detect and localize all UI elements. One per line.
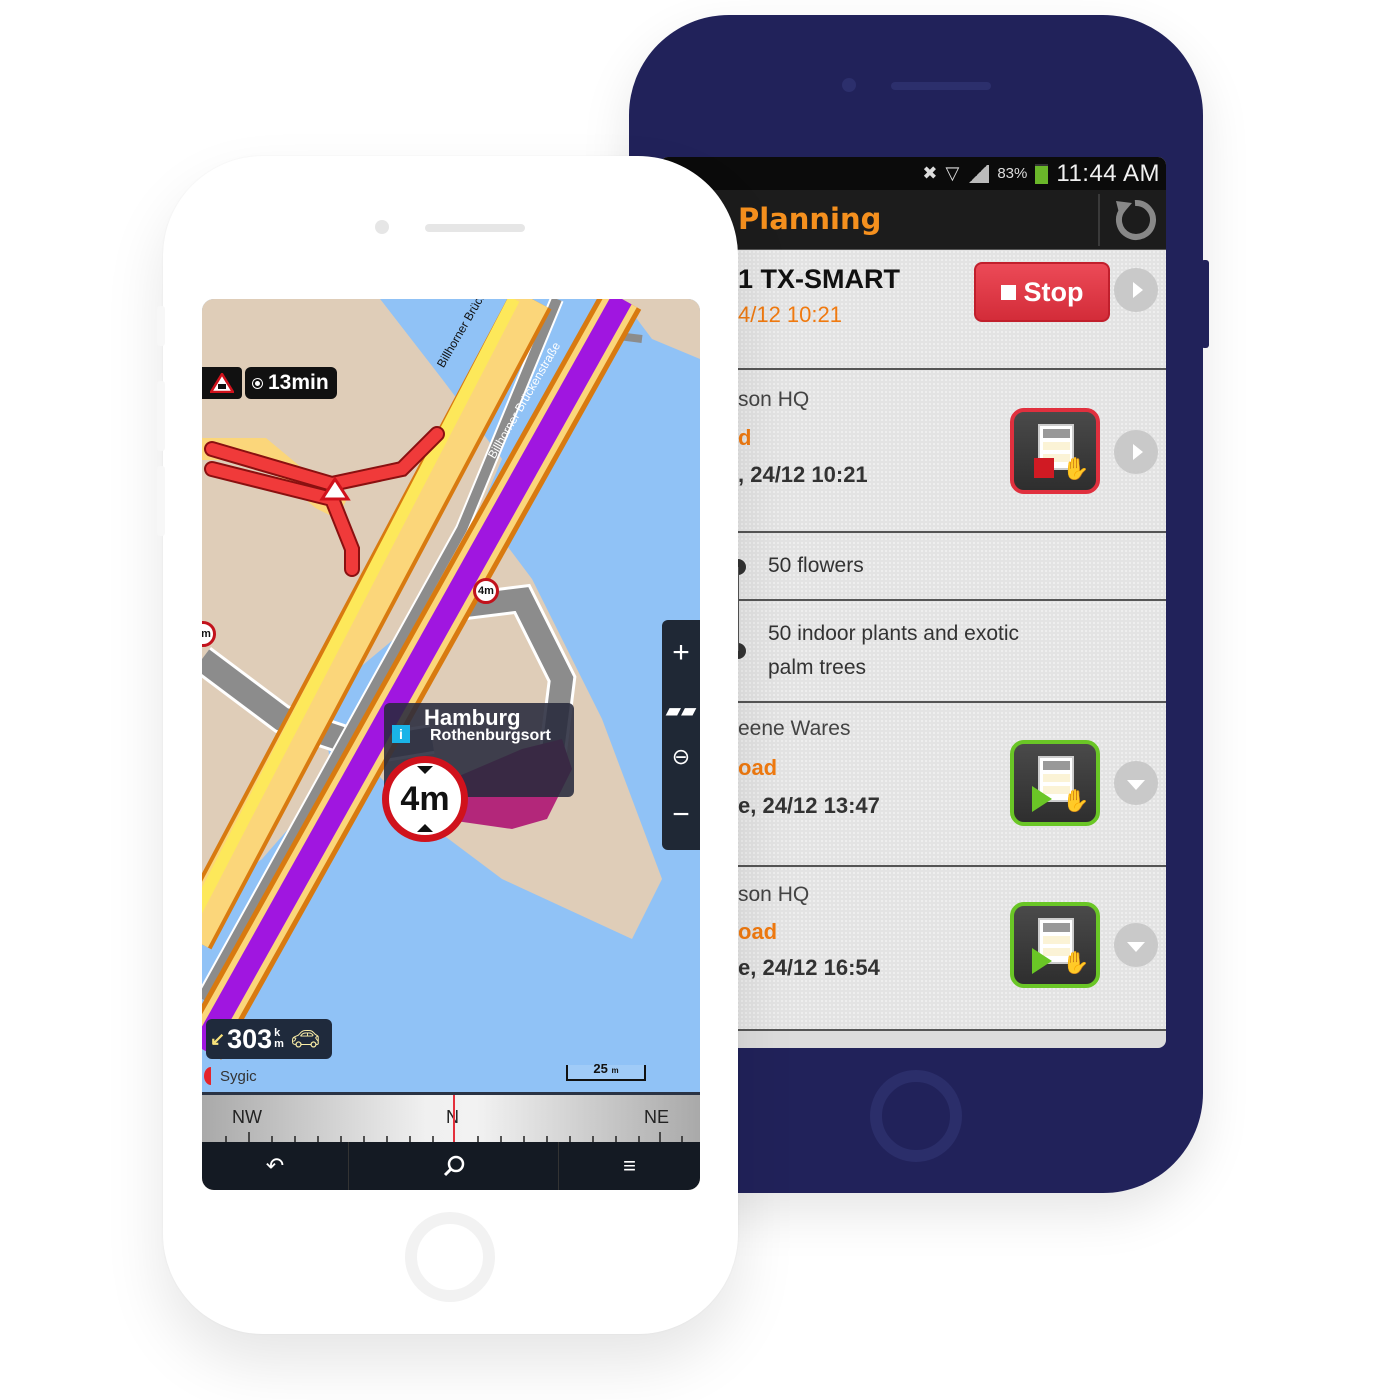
page-title: Planning <box>738 202 882 236</box>
compass-bar: NW N NE <box>202 1092 700 1142</box>
info-icon: i <box>392 725 410 743</box>
start-task-button[interactable]: ✋ <box>1010 902 1100 988</box>
sign-label: 4m <box>478 585 494 597</box>
sign-label: 4m <box>202 628 211 640</box>
front-camera <box>842 78 856 92</box>
battery-percent: 83% <box>997 165 1028 182</box>
play-badge-icon <box>1032 786 1052 812</box>
cargo-text-line2: palm trees <box>768 656 867 679</box>
vehicle-timestamp: 4/12 10:21 <box>738 302 842 327</box>
stop-datetime: e, 24/12 13:47 <box>738 793 880 818</box>
stop-label: Stop <box>1023 276 1084 307</box>
sygic-logo: Sygic <box>204 1067 257 1085</box>
cargo-text: 50 flowers <box>768 554 864 577</box>
back-icon[interactable]: ↶ <box>202 1142 349 1190</box>
title-divider <box>1098 194 1100 246</box>
delay-badge: 13min <box>245 367 337 399</box>
turn-arrow-icon: ↙ <box>210 1028 226 1049</box>
side-button <box>157 306 165 346</box>
chevron-down-icon <box>1127 780 1145 790</box>
battery-icon <box>1035 163 1049 184</box>
stop-expand-button[interactable] <box>1114 761 1158 805</box>
status-bar: ✖ ▽ 83% 11:44 AM <box>660 157 1166 190</box>
poi-district: Rothenburgsort <box>430 727 551 744</box>
zoom-in-icon[interactable]: + <box>662 628 700 678</box>
arrow-up-icon <box>417 766 433 774</box>
stop-location: son HQ <box>738 883 810 906</box>
home-button[interactable] <box>405 1212 495 1302</box>
compass-needle <box>453 1095 455 1142</box>
sygic-logo-icon <box>204 1067 218 1085</box>
compass-nw: NW <box>232 1107 262 1127</box>
distance-value: 303 <box>227 1023 273 1054</box>
stop-expand-button[interactable] <box>1114 923 1158 967</box>
zoom-out-icon[interactable]: − <box>662 790 700 840</box>
play-badge-icon <box>1032 948 1052 974</box>
traffic-delay-indicator[interactable]: 13min <box>202 367 337 399</box>
stop-badge-icon <box>1034 458 1054 478</box>
zoom-controls: + ▰▰ ⊖ − <box>662 620 700 850</box>
navigation-map-screen[interactable]: Billhorner Brückenstraße Billhorner Brüc… <box>202 299 700 1190</box>
stop-square-icon <box>1000 284 1016 300</box>
side-button <box>157 466 165 536</box>
menu-icon[interactable]: ≡ <box>559 1142 700 1190</box>
remaining-distance[interactable]: ↙ 303 k m 🚗︎ <box>206 1019 332 1059</box>
scale-value: 25 <box>593 1061 608 1076</box>
unit-bottom: m <box>274 1038 284 1050</box>
clock: 11:44 AM <box>1056 159 1160 187</box>
arrow-down-icon <box>417 824 433 832</box>
view-3d-icon[interactable]: ▰▰ <box>662 685 700 735</box>
bottom-nav-bar: ↶ ≡ <box>202 1142 700 1190</box>
home-button[interactable] <box>870 1070 962 1162</box>
side-button <box>1201 260 1209 348</box>
stop-button[interactable]: Stop <box>974 262 1110 322</box>
mute-icon: ✖ <box>922 163 938 183</box>
stop-action: oad <box>738 755 778 780</box>
earpiece-speaker <box>891 82 991 90</box>
cargo-text-line1: 50 indoor plants and exotic <box>768 622 1020 645</box>
stop-action: d <box>738 425 752 450</box>
earpiece-speaker <box>425 224 525 232</box>
map-scale: 25 m <box>566 1061 646 1081</box>
traffic-jam-icon <box>202 367 242 399</box>
stop-datetime: e, 24/12 16:54 <box>738 955 880 980</box>
stop-action: oad <box>738 919 778 944</box>
compass-ticks <box>225 1132 683 1142</box>
delay-time: 13min <box>268 371 329 394</box>
zoom-out-magnifier-icon[interactable]: ⊖ <box>662 732 700 782</box>
search-icon[interactable] <box>349 1142 559 1190</box>
height-limit-value: 4m <box>400 779 450 818</box>
side-button <box>157 381 165 451</box>
distance-unit: k m <box>274 1028 284 1050</box>
compass-ne: NE <box>644 1107 670 1127</box>
hand-pointer-icon: ✋ <box>1062 950 1090 975</box>
refresh-icon[interactable] <box>1110 195 1160 245</box>
height-restriction-sign[interactable]: 4m <box>473 578 499 604</box>
hand-pointer-icon: ✋ <box>1062 788 1090 813</box>
hand-pointer-icon: ✋ <box>1062 456 1090 481</box>
wifi-icon: ▽ <box>945 163 960 183</box>
stop-expand-button[interactable] <box>1114 430 1158 474</box>
front-camera <box>375 220 389 234</box>
height-limit-sign: 4m <box>382 756 468 842</box>
chevron-right-icon <box>1133 444 1143 460</box>
signal-icon <box>967 164 990 183</box>
vehicle-expand-button[interactable] <box>1114 268 1158 312</box>
chevron-down-icon <box>1127 942 1145 952</box>
start-task-button[interactable]: ✋ <box>1010 740 1100 826</box>
stop-location: son HQ <box>738 388 810 411</box>
delay-dot-icon <box>253 378 262 388</box>
stop-datetime: , 24/12 10:21 <box>738 462 868 487</box>
vehicle-name: 1 TX-SMART <box>738 264 900 294</box>
scale-unit: m <box>611 1066 619 1075</box>
brand-name: Sygic <box>220 1067 257 1085</box>
stop-task-button[interactable]: ✋ <box>1010 408 1100 494</box>
car-icon: 🚗︎ <box>289 1025 321 1053</box>
chevron-right-icon <box>1133 282 1143 298</box>
stop-location: eene Wares <box>738 717 851 740</box>
